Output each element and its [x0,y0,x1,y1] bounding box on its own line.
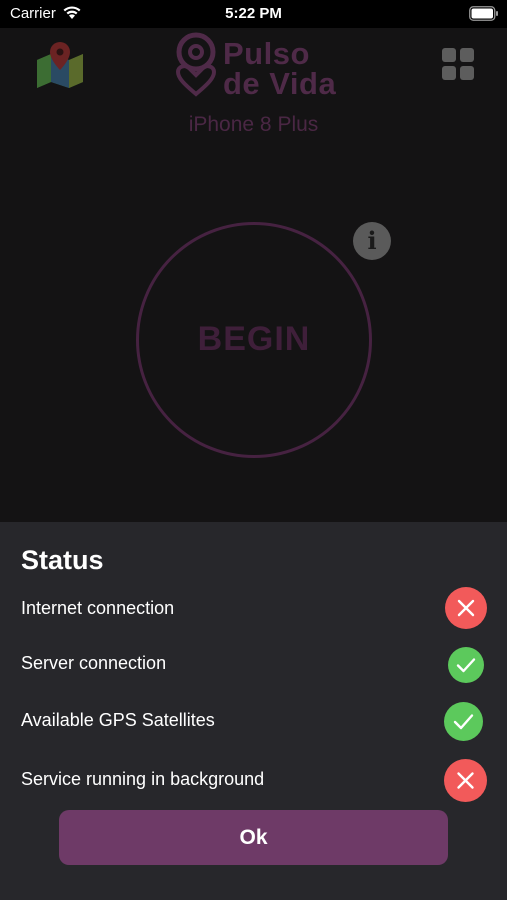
pulse-pin-icon [175,32,217,97]
info-icon[interactable]: i [353,222,391,260]
status-sheet: Status Internet connection Server connec… [0,522,507,900]
status-item-gps-label: Available GPS Satellites [21,710,215,730]
device-name: iPhone 8 Plus [188,113,319,136]
app-logo: Pulso de Vida [168,30,358,100]
x-icon [445,587,487,629]
map-pin-icon[interactable] [35,40,85,88]
check-icon [444,702,483,741]
logo-line1: Pulso [223,36,310,71]
begin-label: BEGIN [197,320,311,358]
x-icon [444,759,487,802]
clock: 5:22 PM [225,5,282,22]
ok-button[interactable]: Ok [59,810,448,865]
status-bar: Carrier 5:22 PM [0,0,507,28]
battery-icon [469,6,498,21]
status-item-internet-label: Internet connection [21,598,175,618]
logo-line2: de Vida [223,66,337,101]
status-item-server-label: Server connection [21,653,167,673]
status-item-background-label: Service running in background [21,769,265,789]
status-title: Status [21,545,104,575]
grid-menu-icon[interactable] [442,48,474,80]
check-icon [448,647,484,683]
